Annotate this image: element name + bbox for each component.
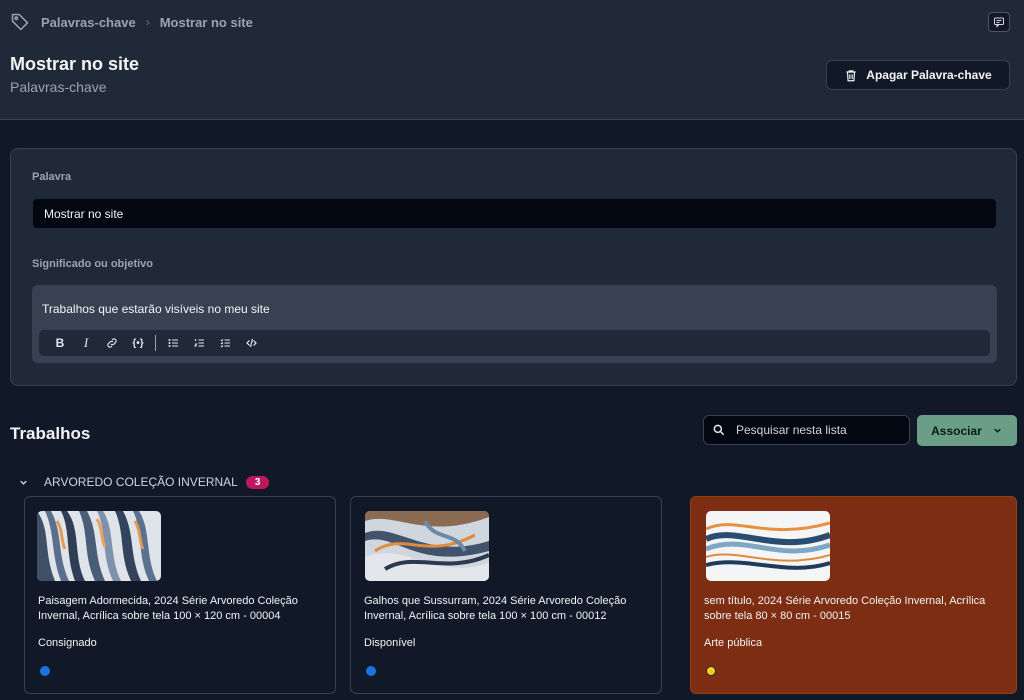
work-card[interactable]: Galhos que Sussurram, 2024 Série Arvored… bbox=[350, 496, 662, 694]
page-subtitle: Palavras-chave bbox=[10, 79, 107, 95]
variable-button[interactable]: {•} bbox=[125, 332, 151, 354]
chat-icon bbox=[994, 17, 1004, 28]
word-label: Palavra bbox=[32, 171, 72, 183]
code-button[interactable] bbox=[238, 332, 264, 354]
bullet-list-icon bbox=[167, 338, 178, 348]
meaning-editor[interactable]: Trabalhos que estarão visíveis no meu si… bbox=[32, 285, 997, 363]
bold-button[interactable]: B bbox=[47, 332, 73, 354]
italic-button[interactable]: I bbox=[73, 332, 99, 354]
check-list-button[interactable] bbox=[212, 332, 238, 354]
work-title: Paisagem Adormecida, 2024 Série Arvoredo… bbox=[38, 595, 298, 622]
link-button[interactable] bbox=[99, 332, 125, 354]
status-dot bbox=[40, 666, 50, 676]
associate-button[interactable]: Associar bbox=[917, 415, 1017, 446]
page-header: Palavras-chave › Mostrar no site Mostrar… bbox=[0, 0, 1024, 120]
work-card[interactable]: Paisagem Adormecida, 2024 Série Arvoredo… bbox=[24, 496, 336, 694]
keyword-form: Palavra Mostrar no site Significado ou o… bbox=[10, 148, 1017, 386]
feedback-button[interactable] bbox=[988, 12, 1010, 32]
meaning-text[interactable]: Trabalhos que estarão visíveis no meu si… bbox=[42, 302, 270, 316]
work-status: Arte pública bbox=[704, 637, 763, 649]
work-title: sem título, 2024 Série Arvoredo Coleção … bbox=[704, 595, 986, 622]
breadcrumb-current: Mostrar no site bbox=[159, 14, 253, 30]
numbered-list-button[interactable] bbox=[186, 332, 212, 354]
works-search[interactable] bbox=[703, 415, 910, 445]
tag-icon bbox=[10, 12, 32, 32]
meaning-label: Significado ou objetivo bbox=[32, 258, 153, 270]
works-search-input[interactable] bbox=[736, 423, 896, 437]
status-dot bbox=[366, 666, 376, 676]
breadcrumb: Palavras-chave › Mostrar no site bbox=[10, 12, 253, 32]
artwork-thumbnail bbox=[37, 511, 161, 581]
word-input[interactable]: Mostrar no site bbox=[32, 198, 997, 229]
bold-icon: B bbox=[55, 336, 65, 350]
trash-icon bbox=[846, 69, 856, 81]
editor-toolbar: B I {•} bbox=[39, 330, 990, 356]
bullet-list-button[interactable] bbox=[160, 332, 186, 354]
artwork-thumbnail bbox=[365, 511, 489, 581]
variable-icon: {•} bbox=[132, 337, 144, 349]
chevron-right-icon: › bbox=[145, 15, 150, 29]
link-icon bbox=[107, 338, 117, 348]
italic-icon: I bbox=[83, 335, 89, 350]
chevron-down-icon bbox=[994, 428, 1001, 433]
delete-keyword-label: Apagar Palavra-chave bbox=[866, 68, 992, 82]
work-title: Galhos que Sussurram, 2024 Série Arvored… bbox=[364, 595, 627, 622]
numbered-list-icon bbox=[193, 339, 204, 347]
code-icon bbox=[245, 338, 257, 348]
page-title: Mostrar no site bbox=[10, 54, 140, 74]
delete-keyword-button[interactable]: Apagar Palavra-chave bbox=[826, 60, 1010, 90]
check-list-icon bbox=[220, 339, 230, 348]
chevron-down-icon[interactable] bbox=[18, 477, 32, 488]
status-dot bbox=[706, 666, 716, 676]
associate-label: Associar bbox=[931, 423, 982, 438]
work-card[interactable]: sem título, 2024 Série Arvoredo Coleção … bbox=[690, 496, 1017, 694]
search-icon bbox=[713, 424, 725, 436]
group-count-badge: 3 bbox=[245, 475, 270, 489]
group-name: ARVOREDO COLEÇÃO INVERNAL bbox=[44, 475, 238, 489]
toolbar-divider bbox=[155, 335, 156, 351]
breadcrumb-root[interactable]: Palavras-chave bbox=[41, 15, 136, 30]
group-header[interactable]: ARVOREDO COLEÇÃO INVERNAL 3 bbox=[18, 473, 270, 491]
works-section-title: Trabalhos bbox=[10, 424, 91, 443]
work-status: Disponível bbox=[364, 637, 416, 649]
artwork-thumbnail bbox=[706, 511, 830, 581]
work-status: Consignado bbox=[38, 637, 97, 649]
